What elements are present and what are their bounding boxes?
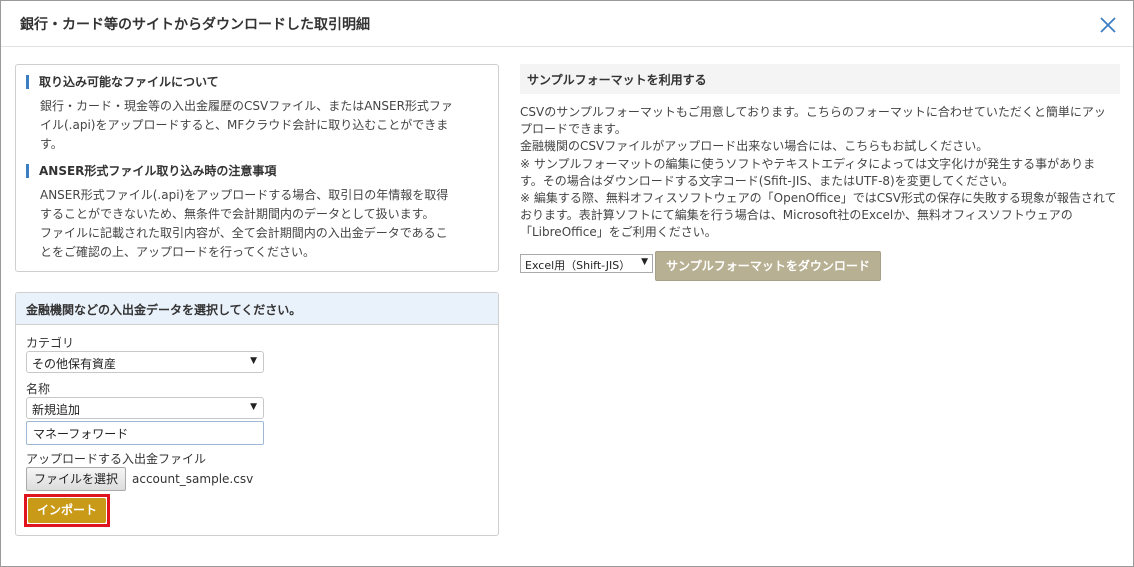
download-sample-button[interactable]: サンプルフォーマットをダウンロード	[655, 251, 881, 281]
dialog-title: 銀行・カード等のサイトからダウンロードした取引明細	[20, 17, 370, 33]
encoding-format-value: Excel用（Shift-JIS）	[525, 259, 631, 272]
category-label: カテゴリ	[26, 336, 75, 350]
upload-file-label: アップロードする入出金ファイル	[26, 452, 207, 466]
import-button-highlight: インポート	[24, 494, 110, 527]
chevron-down-icon: ▼	[641, 257, 648, 267]
selected-file-name: account_sample.csv	[132, 472, 254, 486]
account-name-input[interactable]	[26, 421, 264, 445]
file-info-panel: 取り込み可能なファイルについて 銀行・カード・現金等の入出金履歴のCSVファイル…	[15, 64, 499, 272]
sample-format-title: サンプルフォーマットを利用する	[527, 73, 707, 87]
choose-file-button[interactable]: ファイルを選択	[26, 467, 126, 491]
chevron-down-icon: ▼	[250, 356, 257, 366]
sample-format-description: CSVのサンプルフォーマットもご用意しております。こちらのフォーマットに合わせて…	[520, 105, 1117, 240]
category-select[interactable]: その他保有資産 ▼	[26, 351, 264, 373]
supported-files-heading: 取り込み可能なファイルについて	[26, 75, 219, 89]
anser-notes-text: ANSER形式ファイル(.api)をアップロードする場合、取引日の年情報を取得 …	[40, 188, 449, 259]
dialog-header: 銀行・カード等のサイトからダウンロードした取引明細	[1, 1, 1133, 47]
encoding-format-select[interactable]: Excel用（Shift-JIS） ▼	[520, 254, 653, 273]
import-button[interactable]: インポート	[28, 498, 106, 523]
name-label: 名称	[26, 382, 51, 396]
import-dialog: 銀行・カード等のサイトからダウンロードした取引明細 取り込み可能なファイルについ…	[0, 0, 1134, 567]
chevron-down-icon: ▼	[250, 402, 257, 412]
close-icon[interactable]	[1098, 15, 1118, 35]
selection-panel-header: 金融機関などの入出金データを選択してください。	[16, 293, 498, 325]
sample-format-header: サンプルフォーマットを利用する	[520, 64, 1120, 94]
anser-notes-heading: ANSER形式ファイル取り込み時の注意事項	[26, 164, 276, 178]
name-select-value: 新規追加	[32, 403, 81, 417]
name-select[interactable]: 新規追加 ▼	[26, 397, 264, 419]
category-select-value: その他保有資産	[32, 357, 117, 371]
selection-panel-title: 金融機関などの入出金データを選択してください。	[26, 303, 302, 317]
data-selection-panel: 金融機関などの入出金データを選択してください。 カテゴリ その他保有資産 ▼ 名…	[15, 292, 499, 536]
supported-files-text: 銀行・カード・現金等の入出金履歴のCSVファイル、またはANSER形式ファ イル…	[40, 99, 453, 151]
